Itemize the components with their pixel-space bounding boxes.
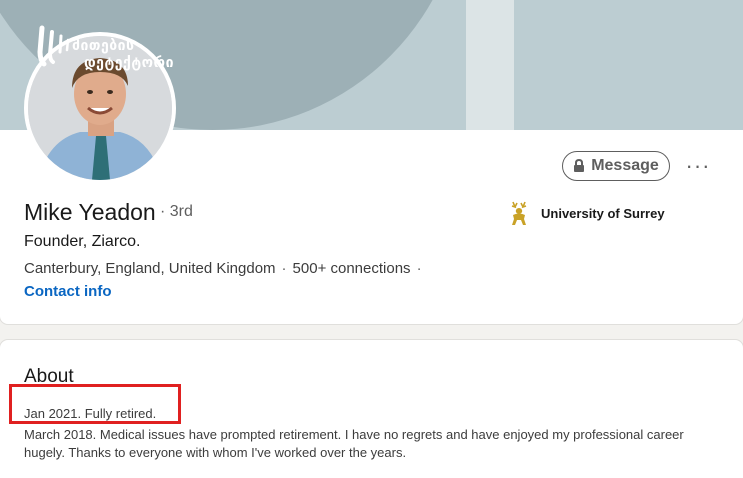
stag-crest-icon	[511, 201, 527, 225]
more-actions-button[interactable]: ···	[682, 151, 714, 181]
separator: ·	[281, 260, 287, 277]
watermark-mark-icon	[37, 25, 70, 67]
separator: ·	[416, 260, 422, 277]
more-icon: ···	[685, 153, 711, 178]
profile-name: Mike Yeadon	[24, 199, 156, 225]
profile-headline: Founder, Ziarco.	[24, 233, 141, 250]
about-text-line-2: March 2018. Medical issues have prompted…	[24, 427, 684, 460]
message-button[interactable]: Message	[562, 151, 670, 181]
lock-icon	[574, 159, 585, 172]
profile-top-card: მითების დეტექტორი Message ··· Mike Yeado…	[0, 0, 743, 324]
watermark-logo: მითების დეტექტორი	[36, 22, 206, 76]
banner-stripe	[466, 0, 514, 130]
connections-count[interactable]: 500+ connections	[293, 260, 411, 277]
connection-degree: · 3rd	[160, 203, 193, 220]
watermark-line-2: დეტექტორი	[84, 55, 174, 71]
about-section: About Jan 2021. Fully retired. March 201…	[0, 340, 743, 478]
education-item[interactable]: University of Surrey	[507, 200, 665, 226]
location-line: Canterbury, England, United Kingdom · 500+…	[24, 260, 428, 277]
university-name: University of Surrey	[541, 205, 665, 221]
message-button-label: Message	[591, 157, 659, 174]
watermark-line-1: მითების	[72, 38, 135, 54]
red-highlight-annotation	[9, 384, 181, 424]
contact-info-link[interactable]: Contact info	[24, 283, 112, 300]
profile-location: Canterbury, England, United Kingdom	[24, 260, 276, 277]
